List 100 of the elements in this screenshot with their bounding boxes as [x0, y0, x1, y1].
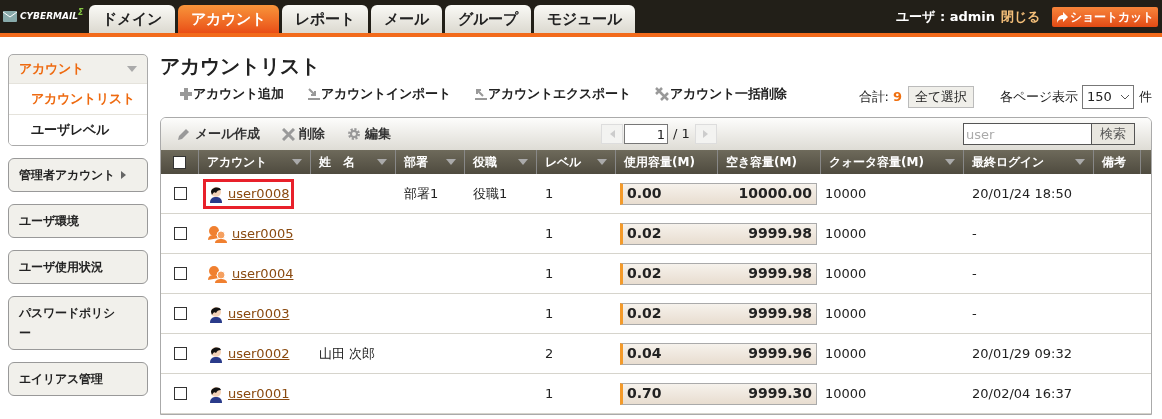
quota-cell: 10000: [825, 305, 867, 321]
export-icon: [475, 88, 487, 100]
account-link[interactable]: user0003: [228, 303, 290, 324]
caret-icon: [446, 159, 456, 165]
used-capacity: 0.00: [627, 184, 662, 203]
level-cell: 1: [545, 385, 554, 401]
toolbar-link[interactable]: アカウント一括削除: [655, 84, 787, 104]
caret-icon: [945, 159, 955, 165]
caret-icon: [518, 159, 528, 165]
page-title: アカウントリスト: [160, 53, 321, 79]
used-capacity: 0.02: [627, 304, 662, 323]
column-header[interactable]: 姓 名: [311, 150, 396, 174]
free-capacity: 9999.96: [748, 344, 812, 363]
column-header[interactable]: 最終ログイン: [964, 150, 1094, 174]
column-header[interactable]: クォータ容量(M): [821, 150, 964, 174]
caret-icon: [597, 159, 607, 165]
nav-tab[interactable]: レポート: [281, 5, 368, 33]
level-cell: 1: [545, 185, 554, 201]
toolbar-link[interactable]: アカウント追加: [180, 84, 284, 104]
column-header[interactable]: 使用容量(M): [616, 150, 718, 174]
toolbar-button[interactable]: 編集: [347, 124, 391, 144]
mail-logo-icon: [3, 11, 17, 22]
column-header[interactable]: 役職: [465, 150, 537, 174]
sidebar-button[interactable]: ユーザ使用状況: [8, 250, 148, 284]
chevron-down-icon: [1121, 94, 1129, 100]
level-cell: 1: [545, 265, 554, 281]
nav-tab[interactable]: メール: [370, 5, 442, 33]
level-cell: 1: [545, 305, 554, 321]
caret-icon: [292, 159, 302, 165]
user-label: ユーザ : admin: [896, 7, 995, 26]
row-checkbox[interactable]: [173, 347, 187, 360]
caret-icon: [127, 66, 137, 72]
per-page-select[interactable]: 150: [1082, 85, 1134, 109]
arrow-right-icon: [703, 130, 709, 138]
page-total: / 1: [673, 125, 690, 144]
used-capacity: 0.70: [627, 384, 662, 403]
nav-tab[interactable]: ドメイン: [88, 5, 175, 33]
quota-cell: 10000: [825, 265, 867, 281]
quota-cell: 10000: [825, 385, 867, 401]
bulk-delete-icon: [655, 87, 669, 101]
used-capacity: 0.02: [627, 224, 662, 243]
free-capacity: 9999.98: [748, 264, 812, 283]
free-capacity: 9999.98: [748, 304, 812, 323]
row-checkbox[interactable]: [173, 307, 187, 320]
last-login-cell: -: [972, 265, 977, 281]
column-header[interactable]: 空き容量(M): [718, 150, 821, 174]
nav-tab[interactable]: モジュール: [533, 5, 635, 33]
last-login-cell: 20/01/24 18:50: [972, 185, 1072, 201]
account-link[interactable]: user0008: [228, 183, 290, 204]
account-link[interactable]: user0004: [232, 263, 294, 284]
row-checkbox[interactable]: [173, 267, 187, 280]
sidebar-button[interactable]: パスワードポリシー: [8, 296, 148, 350]
toolbar-link[interactable]: アカウントエクスポート: [475, 84, 631, 104]
row-checkbox[interactable]: [173, 187, 187, 200]
select-all-button[interactable]: 全て選択: [908, 86, 974, 108]
last-login-cell: -: [972, 225, 977, 241]
name-cell: 山田 次郎: [319, 345, 376, 361]
pencil-icon: [177, 127, 191, 141]
sidebar-item[interactable]: ユーザレベル: [9, 114, 147, 145]
quota-cell: 10000: [825, 225, 867, 241]
column-header[interactable]: アカウント: [199, 150, 311, 174]
position-cell: 役職1: [473, 185, 508, 201]
share-arrow-icon: [1056, 10, 1068, 23]
nav-tab[interactable]: グループ: [444, 5, 531, 33]
sidebar-button[interactable]: エイリアス管理: [8, 362, 148, 396]
logo-text: CYBERMAIL$^{Σ}$: [20, 9, 84, 23]
caret-icon: [1075, 159, 1085, 165]
caret-right-icon: [121, 171, 126, 179]
last-login-cell: 20/01/29 09:32: [972, 345, 1072, 361]
logout-link[interactable]: 閉じる: [1001, 6, 1040, 27]
level-cell: 2: [545, 345, 554, 361]
last-login-cell: 20/02/04 16:37: [972, 385, 1072, 401]
toolbar-link[interactable]: アカウントインポート: [308, 84, 451, 104]
sidebar-button[interactable]: 管理者アカウント: [8, 158, 148, 192]
department-cell: 部署1: [404, 185, 439, 201]
delete-icon: [282, 127, 295, 141]
quota-cell: 10000: [825, 345, 867, 361]
free-capacity: 9999.30: [748, 384, 812, 403]
quota-cell: 10000: [825, 185, 867, 201]
used-capacity: 0.04: [627, 344, 662, 363]
toolbar-button[interactable]: メール作成: [177, 124, 260, 144]
account-link[interactable]: user0002: [228, 343, 290, 364]
plus-icon: [180, 88, 192, 100]
account-link[interactable]: user0001: [228, 383, 290, 404]
search-button[interactable]: 検索: [1092, 123, 1135, 145]
sidebar-button[interactable]: ユーザ環境: [8, 204, 148, 238]
page-field[interactable]: 1: [624, 124, 668, 144]
total-count: 9: [892, 88, 902, 107]
column-header[interactable]: 備考: [1094, 150, 1141, 174]
account-link[interactable]: user0005: [232, 223, 294, 244]
import-icon: [308, 88, 320, 100]
total-label: 合計:: [858, 88, 889, 107]
per-page-unit: 件: [1139, 88, 1152, 107]
select-all-checkbox[interactable]: [173, 155, 186, 169]
column-header[interactable]: 部署: [396, 150, 465, 174]
last-login-cell: -: [972, 305, 977, 321]
toolbar-button[interactable]: 削除: [282, 124, 325, 144]
row-checkbox[interactable]: [173, 227, 187, 240]
row-checkbox[interactable]: [173, 387, 187, 400]
column-header[interactable]: レベル: [537, 150, 616, 174]
